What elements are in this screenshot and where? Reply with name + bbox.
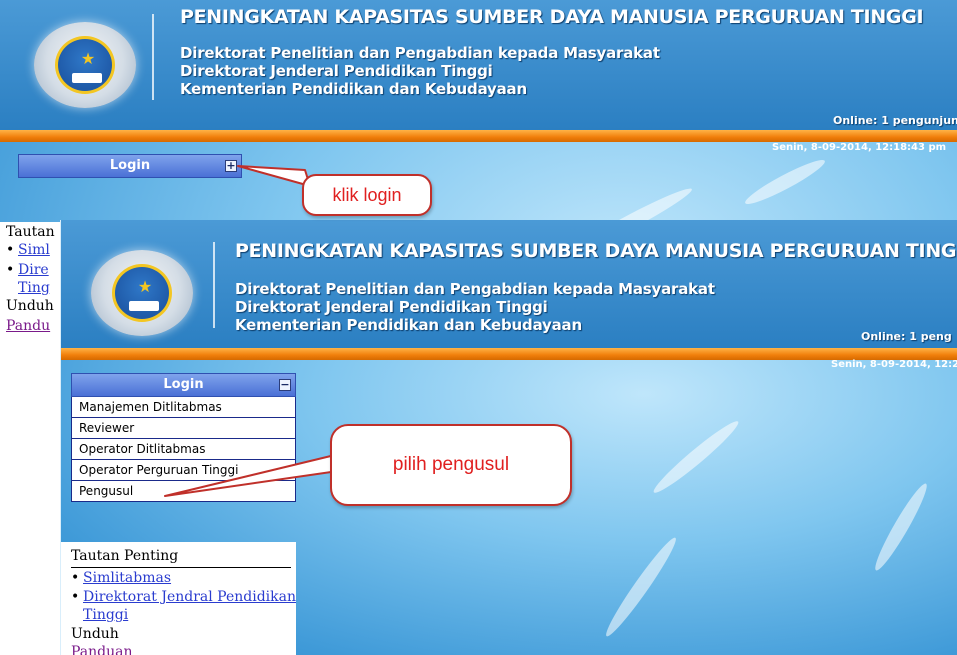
klik-login-callout: klik login [302,174,432,216]
pilih-pengusul-pointer [164,454,346,497]
pilih-pengusul-callout: pilih pengusul [330,424,572,506]
callout-pointers [164,165,346,497]
klik-login-pointer [237,165,311,187]
